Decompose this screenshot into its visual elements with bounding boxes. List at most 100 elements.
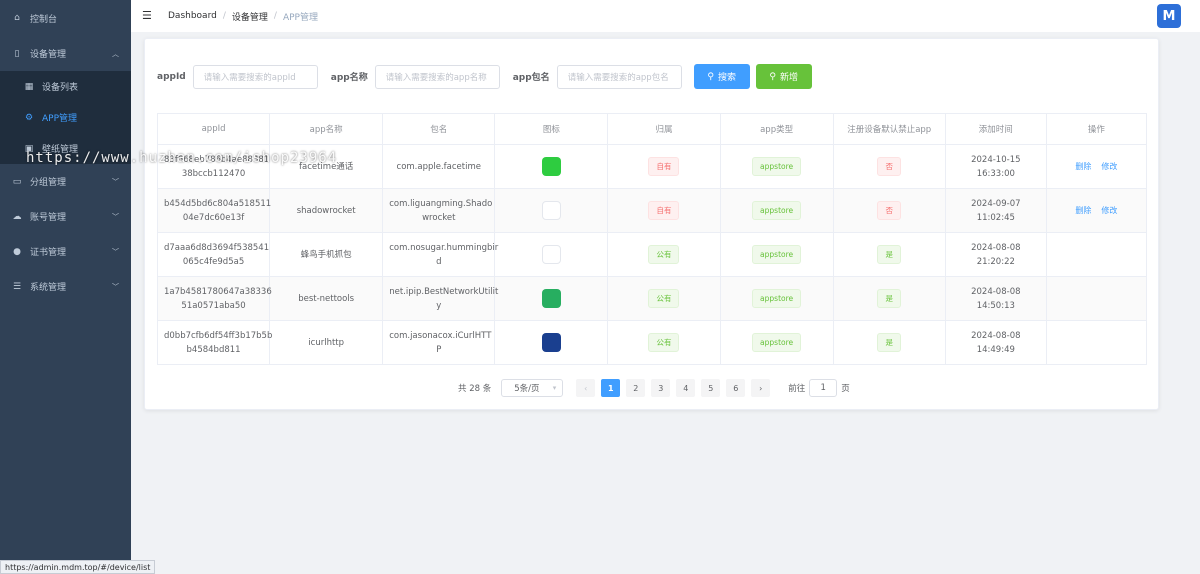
pkg-cell-line1: com.liguangming.Shado bbox=[389, 198, 493, 209]
edit-button[interactable]: 修改 bbox=[1101, 162, 1117, 171]
delete-button[interactable]: 删除 bbox=[1075, 206, 1091, 215]
forbid-cell: 否 bbox=[832, 144, 946, 189]
breadcrumb-current: APP管理 bbox=[282, 12, 318, 23]
search-icon: ⚲ bbox=[707, 71, 714, 82]
chevron-down-icon: ﹀ bbox=[112, 178, 119, 186]
pkg-search-input[interactable]: 请输入需要搜索的app包名 bbox=[556, 64, 682, 89]
owner-cell: 公有 bbox=[607, 232, 721, 277]
delete-button[interactable]: 删除 bbox=[1075, 162, 1091, 171]
status-bar-url: https://admin.mdm.top/#/device/list bbox=[0, 560, 156, 574]
page-size-select[interactable]: 5条/页 ▾ bbox=[501, 379, 564, 397]
owner-tag: 公有 bbox=[648, 289, 680, 308]
goto-page-input[interactable]: 1 bbox=[809, 379, 838, 397]
sidebar-item-system[interactable]: ☰ 系统管理 ﹀ bbox=[0, 269, 131, 304]
appid-line1: d0bb7cfb6df54ff3b17b5b bbox=[164, 330, 273, 341]
time-cell: 2024-08-08 21:20:22 bbox=[944, 232, 1047, 277]
name-cell: 蜂鸟手机抓包 bbox=[269, 232, 384, 277]
name-cell: best-nettools bbox=[269, 276, 384, 321]
col-header-ops: 操作 bbox=[1045, 113, 1148, 145]
sidebar-item-label: 系统管理 bbox=[30, 283, 67, 293]
page-5-button[interactable]: 5 bbox=[701, 379, 721, 397]
sidebar-item-cert[interactable]: ● 证书管理 ﹀ bbox=[0, 234, 131, 269]
add-button[interactable]: ⚲ 新增 bbox=[755, 64, 812, 89]
sidebar-item-dashboard[interactable]: ⌂ 控制台 bbox=[0, 0, 131, 36]
page-3-button[interactable]: 3 bbox=[651, 379, 671, 397]
time-cell: 2024-08-08 14:49:49 bbox=[944, 320, 1047, 365]
chevron-down-icon: ﹀ bbox=[112, 248, 119, 256]
sidebar-item-wallpaper[interactable]: ▣ 壁纸管理 bbox=[0, 133, 131, 164]
menu-toggle-icon[interactable]: ☰ bbox=[142, 10, 152, 21]
image-icon: ▣ bbox=[24, 143, 34, 154]
pkg-cell-line1: com.nosugar.hummingbir bbox=[389, 242, 499, 253]
pkg-cell-line2: wrocket bbox=[422, 212, 456, 223]
main-card: appId 请输入需要搜索的appId app名称 请输入需要搜索的app名称 … bbox=[144, 38, 1159, 410]
sidebar-item-label: 设备列表 bbox=[42, 83, 79, 93]
table-row: b454d5bd6c804a518511 04e7dc60e13f shadowro… bbox=[156, 188, 1148, 233]
sidebar-item-label: 证书管理 bbox=[30, 248, 67, 258]
appid-cell: d7aaa6d8d3694f538541 065c4fe9d5a5 bbox=[156, 232, 271, 277]
app-table: appId app名称 包名 图标 归属 app类型 注册设备默认禁止app 添… bbox=[156, 113, 1148, 365]
pkg-cell-line1: net.ipip.BestNetworkUtilit bbox=[389, 286, 499, 297]
page-4-button[interactable]: 4 bbox=[676, 379, 696, 397]
page-6-button[interactable]: 6 bbox=[726, 379, 746, 397]
tools-icon bbox=[541, 289, 561, 308]
sidebar-item-label: 设备管理 bbox=[30, 50, 67, 60]
goto-page: 前往 1 页 bbox=[788, 379, 850, 397]
next-page-button[interactable]: › bbox=[751, 379, 771, 397]
search-button-label: 搜索 bbox=[717, 73, 736, 83]
appname-label: app名称 bbox=[330, 73, 368, 83]
owner-cell: 自有 bbox=[607, 188, 721, 233]
goto-label: 前往 bbox=[788, 384, 806, 394]
pkg-cell-line2: d bbox=[436, 256, 442, 267]
pkg-cell-line2: P bbox=[436, 344, 442, 355]
pkg-cell: com.apple.facetime bbox=[382, 144, 496, 189]
forbid-cell: 是 bbox=[832, 320, 946, 365]
search-form: appId 请输入需要搜索的appId app名称 请输入需要搜索的app名称 … bbox=[157, 64, 812, 89]
sidebar-item-app-manage[interactable]: ⚙ APP管理 bbox=[0, 102, 131, 133]
table-row: d7aaa6d8d3694f538541 065c4fe9d5a5 蜂鸟手机抓包 co… bbox=[156, 232, 1148, 277]
topbar: ☰ Dashboard / 设备管理 / APP管理 M bbox=[131, 0, 1200, 32]
table-header-row: appId app名称 包名 图标 归属 app类型 注册设备默认禁止app 添… bbox=[156, 113, 1148, 145]
time-cell: 2024-09-07 11:02:45 bbox=[944, 188, 1047, 233]
owner-tag: 自有 bbox=[648, 157, 680, 176]
forbid-cell: 否 bbox=[832, 188, 946, 233]
name-cell: shadowrocket bbox=[269, 188, 384, 233]
pkg-cell: com.liguangming.Shado wrocket bbox=[382, 188, 496, 233]
chevron-down-icon: ﹀ bbox=[112, 213, 119, 221]
page-2-button[interactable]: 2 bbox=[626, 379, 646, 397]
col-header-icon: 图标 bbox=[494, 113, 609, 145]
appid-line1: 83f668eb786b4ae88381 bbox=[164, 154, 270, 165]
home-icon: ⌂ bbox=[14, 13, 20, 23]
table-row: d0bb7cfb6df54ff3b17b5b b4584bd811 icurlhtt… bbox=[156, 320, 1148, 365]
appid-line1: 1a7b4581780647a38336 bbox=[164, 286, 272, 297]
pkg-cell-line1: com.apple.facetime bbox=[396, 161, 481, 172]
appid-search-input[interactable]: 请输入需要搜索的appId bbox=[192, 64, 318, 89]
time-cell: 2024-08-08 14:50:13 bbox=[944, 276, 1047, 321]
forbid-tag: 否 bbox=[877, 157, 901, 176]
forbid-cell: 是 bbox=[832, 276, 946, 321]
type-tag: appstore bbox=[752, 333, 802, 352]
breadcrumb-separator: / bbox=[222, 11, 226, 21]
ops-cell bbox=[1045, 276, 1148, 321]
appid-cell: d0bb7cfb6df54ff3b17b5b b4584bd811 bbox=[156, 320, 273, 365]
page-1-button[interactable]: 1 bbox=[601, 379, 621, 397]
sidebar-item-device[interactable]: ▯ 设备管理 ︿ bbox=[0, 36, 131, 71]
appid-line2: 38bccb112470 bbox=[181, 168, 246, 179]
prev-page-button[interactable]: ‹ bbox=[576, 379, 596, 397]
edit-button[interactable]: 修改 bbox=[1101, 206, 1117, 215]
appname-search-input[interactable]: 请输入需要搜索的app名称 bbox=[374, 64, 500, 89]
ops-cell bbox=[1045, 232, 1148, 277]
ops-cell: 删除 修改 bbox=[1045, 188, 1148, 233]
pagination-total: 共 28 条 bbox=[458, 384, 492, 394]
sidebar-item-group[interactable]: ▭ 分组管理 ﹀ bbox=[0, 164, 131, 199]
sidebar-item-device-list[interactable]: ▦ 设备列表 bbox=[0, 71, 131, 102]
col-header-forbid: 注册设备默认禁止app bbox=[832, 113, 946, 145]
appid-line2: 51a0571aba50 bbox=[181, 300, 246, 311]
sidebar-item-label: 壁纸管理 bbox=[42, 145, 79, 155]
search-button[interactable]: ⚲ 搜索 bbox=[693, 64, 750, 89]
breadcrumb-dashboard[interactable]: Dashboard bbox=[168, 11, 217, 21]
chevron-up-icon: ︿ bbox=[112, 50, 119, 58]
sidebar-item-account[interactable]: ☁ 账号管理 ﹀ bbox=[0, 199, 131, 234]
breadcrumb-device: 设备管理 bbox=[231, 12, 268, 23]
avatar-logo[interactable]: M bbox=[1157, 4, 1181, 28]
